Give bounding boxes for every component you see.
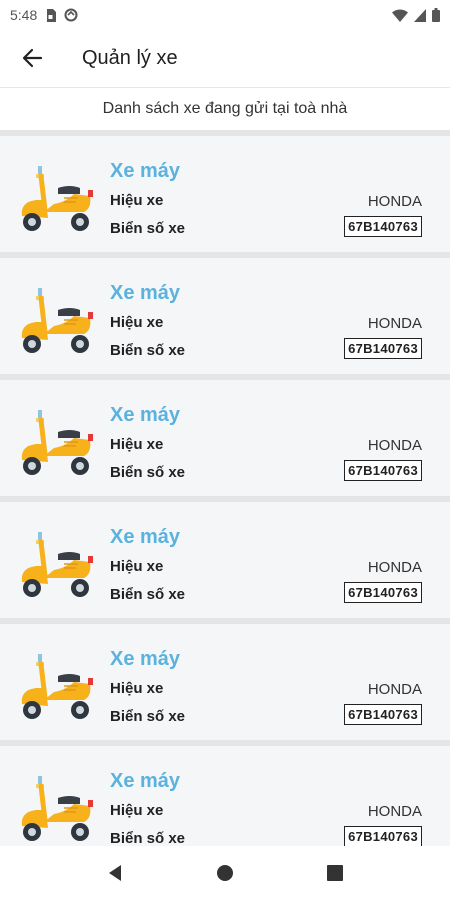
back-button[interactable]	[0, 30, 64, 86]
vehicle-card[interactable]: Xe máy Hiệu xe Biển số xe HONDA 67B14076…	[0, 624, 450, 740]
scooter-icon	[14, 528, 96, 600]
arrow-left-icon	[22, 48, 43, 68]
vehicle-type: Xe máy	[110, 526, 181, 548]
plate-label: Biển số xe	[110, 586, 186, 603]
vehicle-type: Xe máy	[110, 404, 181, 426]
license-plate: 67B140763	[344, 216, 422, 237]
brand-label: Hiệu xe	[110, 680, 164, 697]
brand-label: Hiệu xe	[110, 802, 164, 819]
plate-label: Biển số xe	[110, 220, 186, 237]
status-time: 5:48	[10, 7, 38, 23]
vehicle-list[interactable]: Xe máy Hiệu xe Biển số xe HONDA 67B14076…	[0, 130, 450, 846]
status-left: 5:48	[10, 7, 78, 23]
page-title: Quản lý xe	[82, 46, 178, 69]
license-plate: 67B140763	[344, 704, 422, 725]
battery-icon	[432, 8, 440, 22]
status-bar: 5:48	[0, 0, 450, 30]
vehicle-card[interactable]: Xe máy Hiệu xe Biển số xe HONDA 67B14076…	[0, 746, 450, 846]
nav-recents-button[interactable]	[315, 853, 355, 893]
scooter-icon	[14, 162, 96, 234]
sim-icon	[47, 8, 57, 22]
vehicle-card[interactable]: Xe máy Hiệu xe Biển số xe HONDA 67B14076…	[0, 258, 450, 374]
plate-label: Biển số xe	[110, 464, 186, 481]
plate-label: Biển số xe	[110, 708, 186, 725]
plate-label: Biển số xe	[110, 342, 186, 359]
sync-icon	[64, 8, 78, 22]
license-plate: 67B140763	[344, 338, 422, 359]
brand-value: HONDA	[367, 559, 422, 576]
vehicle-card[interactable]: Xe máy Hiệu xe Biển số xe HONDA 67B14076…	[0, 380, 450, 496]
scooter-icon	[14, 406, 96, 478]
license-plate: 67B140763	[344, 582, 422, 603]
scooter-icon	[14, 650, 96, 722]
vehicle-type: Xe máy	[110, 282, 181, 304]
vehicle-type: Xe máy	[110, 160, 181, 182]
brand-label: Hiệu xe	[110, 436, 164, 453]
brand-label: Hiệu xe	[110, 192, 164, 209]
plate-label: Biển số xe	[110, 830, 186, 846]
scooter-icon	[14, 284, 96, 356]
list-subtitle: Danh sách xe đang gửi tại toà nhà	[0, 87, 450, 130]
license-plate: 67B140763	[344, 460, 422, 481]
nav-home-button[interactable]	[205, 853, 245, 893]
brand-value: HONDA	[367, 681, 422, 698]
brand-label: Hiệu xe	[110, 314, 164, 331]
wifi-icon	[392, 9, 408, 22]
app-bar: Quản lý xe	[0, 30, 450, 86]
home-circle-icon	[217, 865, 233, 881]
recents-square-icon	[327, 865, 343, 881]
license-plate: 67B140763	[344, 826, 422, 846]
scooter-icon	[14, 772, 96, 844]
system-nav-bar	[0, 846, 450, 900]
nav-back-button[interactable]	[95, 853, 135, 893]
vehicle-card[interactable]: Xe máy Hiệu xe Biển số xe HONDA 67B14076…	[0, 136, 450, 252]
brand-value: HONDA	[367, 803, 422, 820]
vehicle-type: Xe máy	[110, 648, 181, 670]
status-right	[392, 8, 440, 22]
vehicle-card[interactable]: Xe máy Hiệu xe Biển số xe HONDA 67B14076…	[0, 502, 450, 618]
signal-icon	[414, 8, 426, 22]
brand-value: HONDA	[367, 193, 422, 210]
brand-value: HONDA	[367, 315, 422, 332]
back-triangle-icon	[109, 865, 121, 881]
vehicle-type: Xe máy	[110, 770, 181, 792]
brand-value: HONDA	[367, 437, 422, 454]
brand-label: Hiệu xe	[110, 558, 164, 575]
